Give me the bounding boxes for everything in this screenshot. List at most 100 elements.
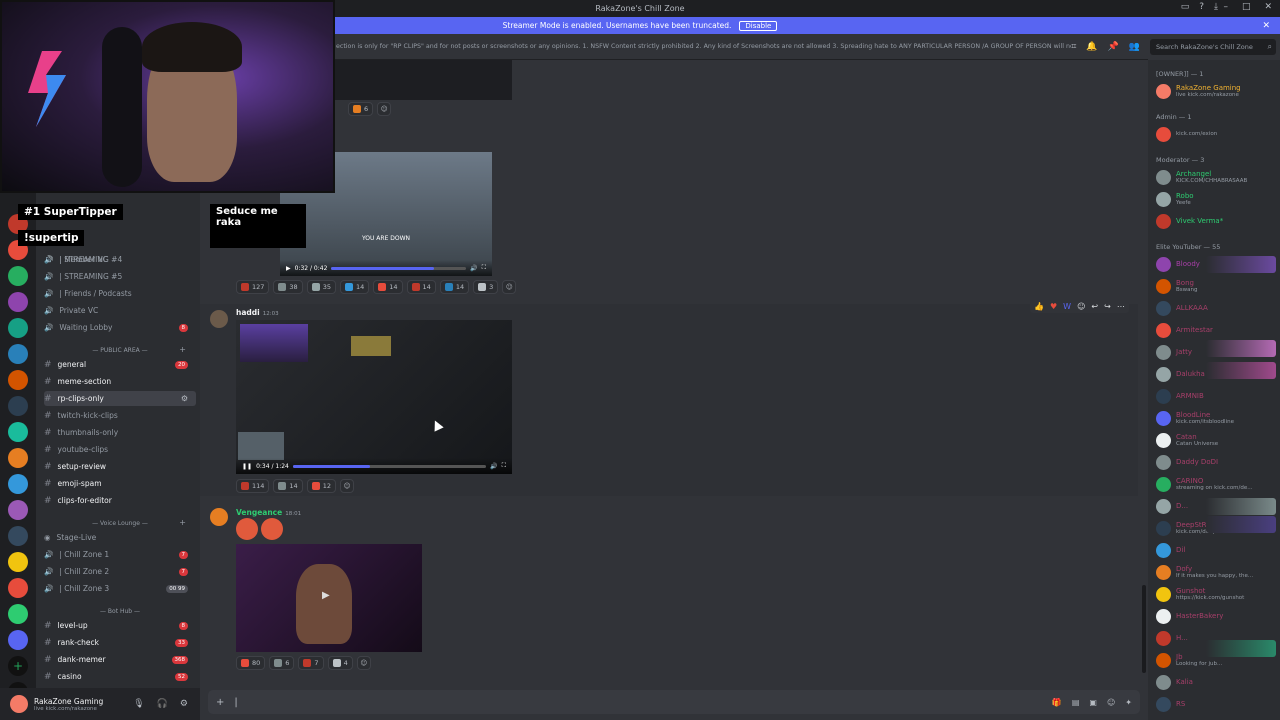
channel-level-up[interactable]: # level-up 8 [44, 618, 196, 633]
reaction[interactable]: 6 [269, 656, 295, 670]
member[interactable]: RakaZone Gaming live kick.com/rakazone [1156, 82, 1241, 100]
play-icon[interactable]: ▶ [286, 265, 291, 272]
server-icon[interactable] [8, 396, 28, 416]
settings-icon[interactable]: ⚙ [180, 699, 188, 709]
add-reaction-icon[interactable]: ☺ [1077, 302, 1085, 311]
emoji-picker-icon[interactable]: ☺ [1107, 698, 1115, 707]
video-progress[interactable] [292, 464, 487, 468]
pin-icon[interactable]: 📌 [1108, 42, 1119, 52]
message-author[interactable]: Vengeance 18:01 [236, 508, 301, 517]
voice-channel[interactable]: 🔊 | Chill Zone 27 [44, 564, 196, 579]
microphone-icon[interactable]: 🎙 [133, 699, 144, 709]
voice-channel[interactable]: 🔊 | Friends / Podcasts [44, 286, 196, 301]
reaction[interactable]: 127 [236, 280, 270, 294]
add-channel-icon[interactable]: + [179, 345, 186, 354]
member[interactable]: ARMNIB [1156, 387, 1204, 405]
more-icon[interactable]: ⋯ [1117, 302, 1125, 311]
member[interactable]: Bong Bswang [1156, 277, 1197, 295]
server-icon[interactable] [8, 448, 28, 468]
member[interactable]: Gunshot https://kick.com/gunshot [1156, 585, 1244, 603]
volume-icon[interactable]: 🔊 [490, 463, 497, 470]
channel-dank-memer[interactable]: # dank-memer 368 [44, 652, 196, 667]
member[interactable]: BloodLine kick.com/itsbloodline [1156, 409, 1234, 427]
member[interactable]: Jatty [1156, 343, 1192, 361]
add-server-icon[interactable]: + [8, 656, 28, 676]
avatar[interactable] [10, 695, 28, 713]
video-attachment[interactable]: ▶ [236, 544, 422, 652]
inbox-icon[interactable]: ▭ [1181, 2, 1190, 12]
server-icon[interactable] [8, 604, 28, 624]
download-icon[interactable]: ⤓ [1214, 2, 1218, 12]
pause-icon[interactable]: ❚❚ [242, 463, 252, 470]
voice-channel[interactable]: 🔊 Private VC [44, 303, 196, 318]
reaction[interactable]: 14 [273, 479, 303, 493]
server-icon[interactable] [8, 370, 28, 390]
voice-channel[interactable]: 🔊 | Chill Zone 3 00 99 [44, 581, 196, 596]
channel-twitch-kick-clips[interactable]: # twitch-kick-clips [44, 408, 196, 423]
server-icon[interactable] [8, 422, 28, 442]
close-banner-icon[interactable]: ✕ [1262, 21, 1270, 31]
threads-icon[interactable]: ⌗ [1071, 42, 1076, 52]
avatar[interactable] [210, 310, 228, 328]
message-input[interactable]: + | 🎁 ▤ ▣ ☺ ✦ [208, 690, 1140, 714]
maximize-icon[interactable]: □ [1242, 2, 1251, 12]
server-icon[interactable] [8, 552, 28, 572]
channel-youtube-clips[interactable]: # youtube-clips [44, 442, 196, 457]
member[interactable]: D... [1156, 497, 1188, 515]
category-public-area[interactable]: — PUBLIC AREA — + [44, 345, 196, 354]
server-icon[interactable] [8, 266, 28, 286]
server-icon[interactable] [8, 630, 28, 650]
member[interactable]: H... [1156, 629, 1188, 647]
member[interactable]: Kalia [1156, 673, 1193, 691]
close-window-icon[interactable]: ✕ [1264, 2, 1272, 12]
server-icon[interactable] [8, 500, 28, 520]
reply-icon[interactable]: ↩ [1091, 302, 1098, 311]
fullscreen-icon[interactable]: ⛶ [502, 462, 506, 470]
channel-general[interactable]: # general 20 [44, 357, 196, 372]
add-reaction-button[interactable]: ☺ [377, 102, 392, 116]
member[interactable]: Robo Yeefe [1156, 190, 1194, 208]
apps-icon[interactable]: ✦ [1125, 698, 1132, 707]
member[interactable]: kick.com/exion [1156, 125, 1217, 143]
sticker-icon[interactable]: ▣ [1089, 698, 1097, 707]
voice-channel[interactable]: 🔊 | Chill Zone 17 [44, 547, 196, 562]
member[interactable]: Armitestar [1156, 321, 1213, 339]
server-icon[interactable] [8, 318, 28, 338]
help-icon[interactable]: ? [1199, 2, 1204, 12]
avatar[interactable] [210, 508, 228, 526]
headphones-icon[interactable]: 🎧 [157, 699, 168, 709]
member[interactable]: ALLKAAA [1156, 299, 1208, 317]
member[interactable]: Dalukha [1156, 365, 1205, 383]
video-attachment[interactable]: ❚❚ 0:34 / 1:24 🔊 ⛶ [236, 320, 512, 474]
search-input[interactable]: Search RakaZone's Chill Zone ⌕ [1150, 39, 1276, 55]
add-reaction-button[interactable]: ☺ [502, 280, 517, 294]
gear-icon[interactable]: ⚙ [181, 394, 188, 403]
fullscreen-icon[interactable]: ⛶ [482, 264, 486, 272]
add-reaction-button[interactable]: ☺ [356, 656, 371, 670]
channel-rank-check[interactable]: # rank-check 33 [44, 635, 196, 650]
forward-icon[interactable]: ↪ [1104, 302, 1111, 311]
member[interactable]: Dil [1156, 541, 1185, 559]
reaction[interactable]: 4 [327, 656, 353, 670]
channel-casino[interactable]: # casino 52 [44, 669, 196, 684]
reaction[interactable]: 12 [306, 479, 336, 493]
reaction[interactable]: 114 [236, 479, 270, 493]
server-icon[interactable] [8, 526, 28, 546]
server-icon[interactable] [8, 578, 28, 598]
attach-plus-icon[interactable]: + [216, 697, 224, 708]
member[interactable]: Dofy If it makes you happy, the... [1156, 563, 1253, 581]
play-icon[interactable]: ▶ [322, 590, 330, 601]
gift-icon[interactable]: 🎁 [1052, 698, 1062, 707]
members-icon[interactable]: 👥 [1129, 42, 1140, 52]
reaction[interactable]: 14 [339, 280, 370, 294]
member[interactable]: Bloody [1156, 255, 1200, 273]
reaction[interactable]: 80 [236, 656, 266, 670]
member[interactable]: HasterBakery [1156, 607, 1223, 625]
member[interactable]: RS [1156, 695, 1185, 713]
category-bot-hub[interactable]: — Bot Hub — [44, 608, 196, 615]
voice-channel[interactable]: 🔊 | STREAMING #4 [44, 252, 196, 267]
message-author[interactable]: haddi 12:03 [236, 308, 279, 317]
voice-channel[interactable]: 🔊 Waiting Lobby 8 [44, 320, 196, 335]
add-reaction-button[interactable]: ☺ [339, 479, 354, 493]
voice-channel[interactable]: 🔊 | STREAMING #5 [44, 269, 196, 284]
